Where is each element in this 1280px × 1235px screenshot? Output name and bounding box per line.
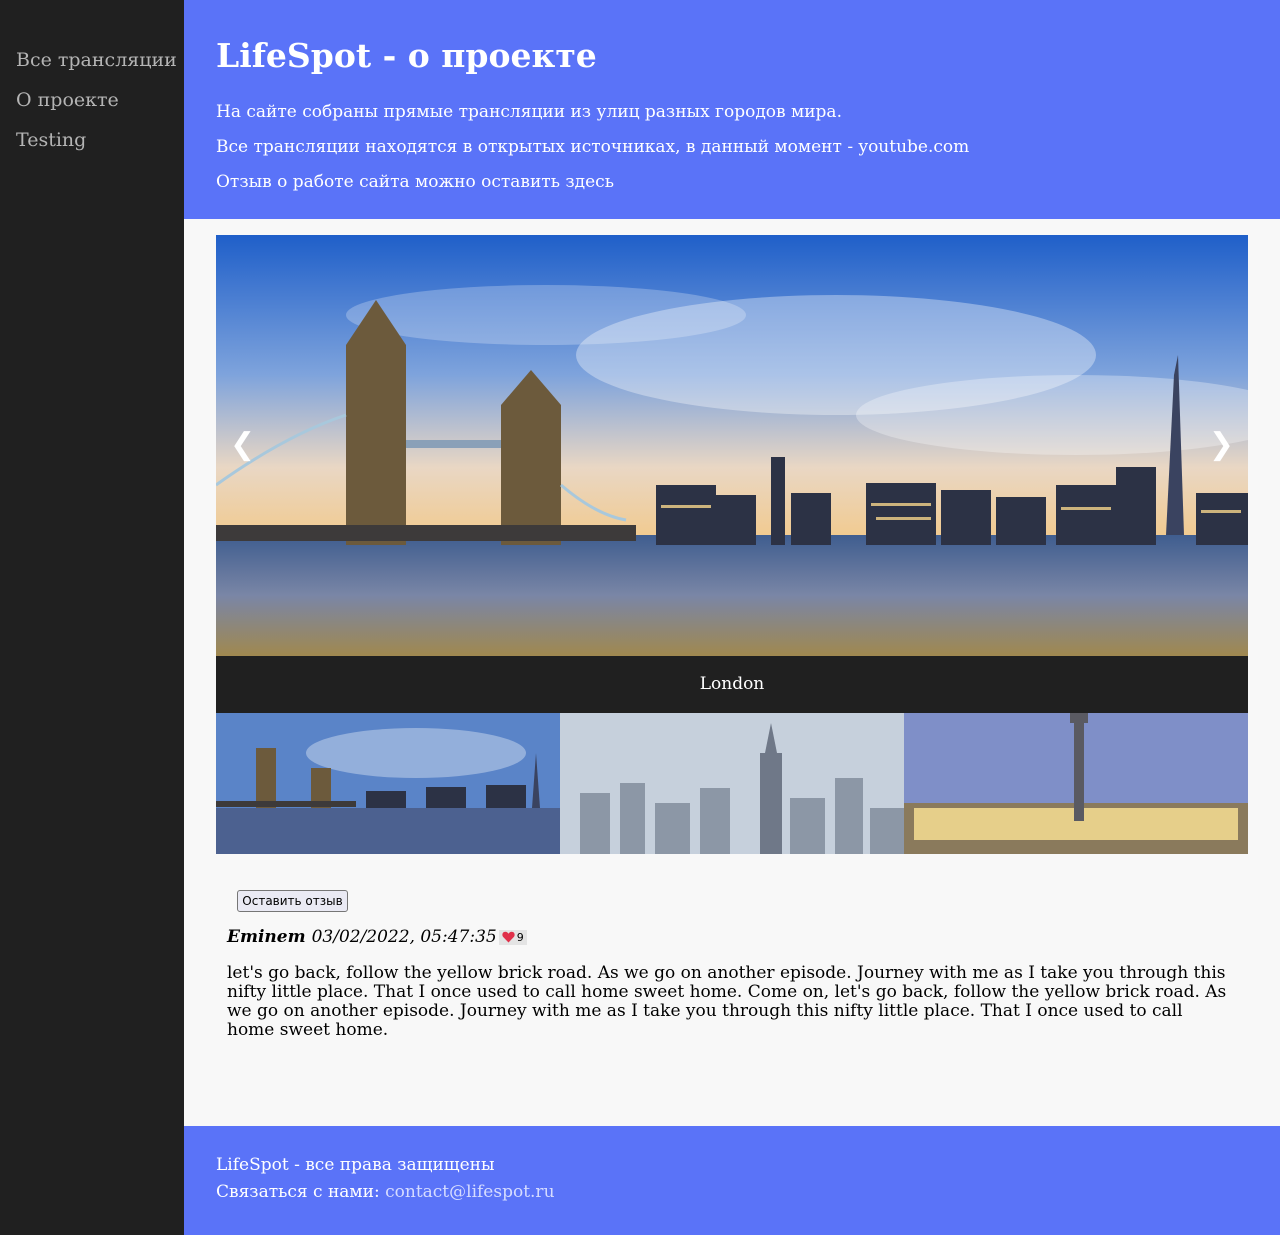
slider-caption: London [216, 656, 1248, 713]
like-count: 9 [516, 930, 524, 944]
sidebar: Все трансляции О проекте Testing [0, 0, 184, 1235]
like-button[interactable]: 9 [498, 929, 527, 945]
thumbnail-image-new-york [560, 713, 904, 854]
page-title: LifeSpot - о проекте [216, 36, 597, 75]
footer-contact-label: Связаться с нами: [216, 1182, 380, 1202]
thumbnail-saint-petersburg[interactable] [904, 713, 1248, 854]
footer-contact: Связаться с нами: contact@lifespot.ru [216, 1179, 1280, 1206]
header-text-feedback: Отзыв о работе сайта можно оставить здес… [216, 172, 614, 192]
thumbnail-image-london [216, 713, 560, 854]
footer-copyright: LifeSpot - все права защищены [216, 1155, 495, 1175]
slider: ❮ ❯ [216, 235, 1248, 656]
sidebar-item-testing[interactable]: Testing [0, 126, 184, 166]
slider-thumbnails [216, 713, 1248, 854]
review-author: Eminem [227, 927, 306, 947]
slide-image-london [216, 235, 1248, 656]
leave-review-button[interactable]: Оставить отзыв [237, 890, 348, 912]
review-text: let's go back, follow the yellow brick r… [227, 963, 1227, 1040]
sidebar-item-about[interactable]: О проекте [0, 86, 184, 126]
page-footer: LifeSpot - все права защищены Связаться … [184, 1126, 1280, 1235]
header-text-streams: На сайте собраны прямые трансляции из ул… [216, 102, 842, 122]
thumbnail-image-saint-petersburg [904, 713, 1248, 854]
sidebar-item-all-streams[interactable]: Все трансляции [0, 46, 184, 86]
thumbnail-london[interactable] [216, 713, 560, 854]
heart-icon [502, 931, 515, 943]
footer-email-link[interactable]: contact@lifespot.ru [385, 1182, 554, 1202]
page-header: LifeSpot - о проекте На сайте собраны пр… [184, 0, 1280, 219]
slider-next-icon[interactable]: ❯ [1209, 425, 1234, 465]
header-text-sources: Все трансляции находятся в открытых исто… [216, 137, 970, 157]
review-header: Eminem 03/02/2022, 05:47:35 9 [227, 927, 527, 947]
review-date: 03/02/2022, 05:47:35 [311, 927, 497, 947]
thumbnail-new-york[interactable] [560, 713, 904, 854]
slider-prev-icon[interactable]: ❮ [230, 425, 255, 465]
